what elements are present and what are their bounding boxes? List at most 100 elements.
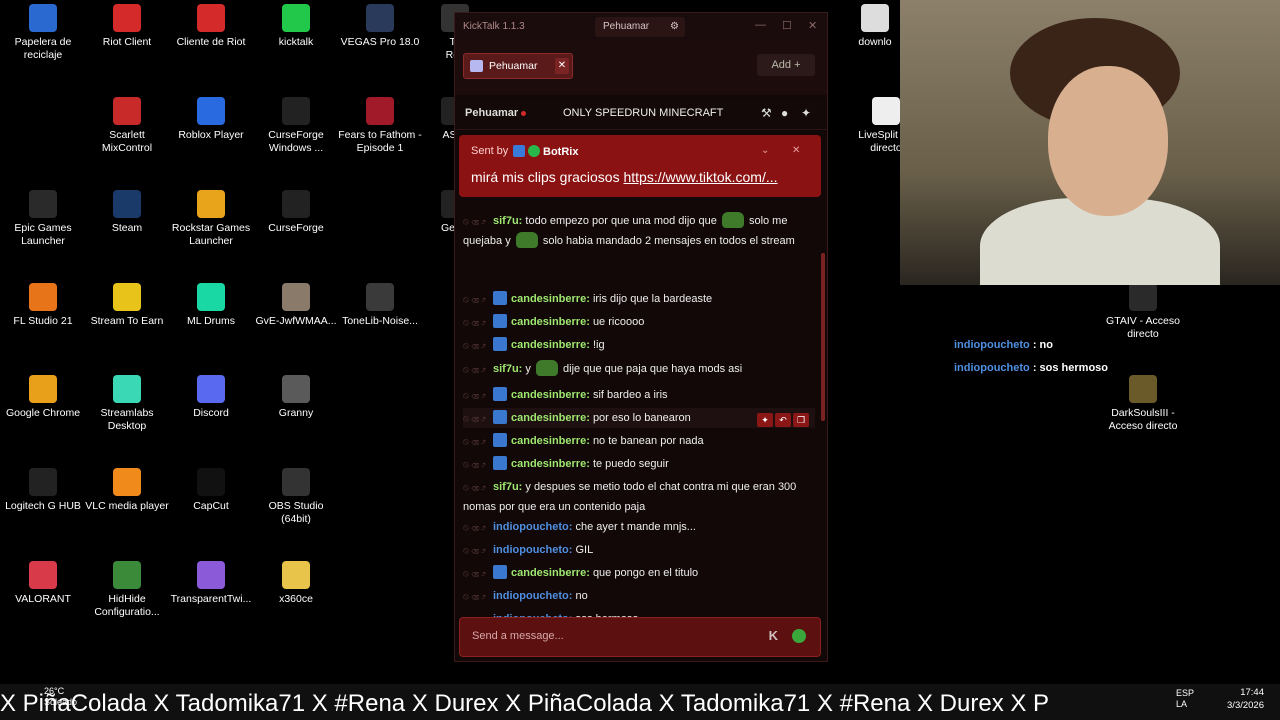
desktop-icon[interactable]: Google Chrome [0,375,86,420]
add-button[interactable]: Add + [757,54,815,76]
desktop-icon[interactable]: Streamlabs Desktop [84,375,170,433]
desktop-icon[interactable]: TransparentTwi... [168,561,254,606]
user-menu[interactable]: Pehuamar ⚙ [595,17,685,37]
desktop-icon[interactable]: GvE-JwfWMAA... [253,283,339,328]
chat-message[interactable]: ⦸ ⌫ ⤴ indiopoucheto: no [463,586,815,606]
copy-icon[interactable]: ❐ [793,413,809,427]
close-button[interactable]: ✕ [808,19,817,32]
desktop-icon[interactable]: HidHide Configuratio... [84,561,170,619]
desktop-icon[interactable]: ToneLib-Noise... [337,283,423,328]
maximize-button[interactable]: ☐ [782,19,792,32]
minimize-button[interactable]: — [755,19,766,31]
desktop-icon[interactable]: Fears to Fathom - Episode 1 [337,97,423,155]
mod-actions-icon[interactable]: ⦸ ⌫ ⤴ [463,454,493,474]
desktop-icon[interactable]: VLC media player [84,468,170,513]
chat-username[interactable]: candesinberre: [511,458,590,470]
desktop-icon[interactable]: Steam [84,190,170,235]
chat-username[interactable]: candesinberre: [511,339,590,351]
desktop-icon[interactable]: VALORANT [0,561,86,606]
chat-message[interactable]: ⦸ ⌫ ⤴ candesinberre: por eso lo banearon ✦… [463,408,815,428]
pin-icon[interactable]: ✦ [801,106,811,120]
desktop-icon[interactable]: x360ce [253,561,339,606]
desktop-icon[interactable]: GTAIV - Acceso directo [1100,283,1186,341]
gear-icon[interactable]: ⚙ [670,17,679,37]
unpin-icon[interactable]: ✕ [792,145,800,156]
chat-username[interactable]: indiopoucheto: [493,544,572,556]
reply-icon[interactable]: ↶ [775,413,791,427]
desktop-icon[interactable]: VEGAS Pro 18.0 [337,4,423,49]
desktop-icon[interactable]: Riot Client [84,4,170,49]
desktop-icon[interactable]: OBS Studio (64bit) [253,468,339,526]
desktop-icon[interactable]: Papelera de reciclaje [0,4,86,62]
chat-message[interactable]: ⦸ ⌫ ⤴ sif7u: y despues se metio todo el c… [463,477,815,517]
desktop-icon[interactable]: DarkSoulsIII - Acceso directo [1100,375,1186,433]
streamer-name[interactable]: Pehuamar [465,107,518,119]
mod-actions-icon[interactable]: ⦸ ⌫ ⤴ [463,385,493,405]
mod-actions-icon[interactable]: ⦸ ⌫ ⤴ [463,335,493,355]
chat-message[interactable]: ⦸ ⌫ ⤴ candesinberre: !ig [463,335,815,355]
chevron-down-icon[interactable]: ⌄ [761,145,769,156]
desktop-icon[interactable]: Discord [168,375,254,420]
chat-message[interactable]: ⦸ ⌫ ⤴ indiopoucheto: GIL [463,540,815,560]
mod-actions-icon[interactable]: ⦸ ⌫ ⤴ [463,517,493,537]
chat-username[interactable]: indiopoucheto: [493,521,572,533]
kick-emote-icon[interactable]: K [769,628,778,643]
weather-widget[interactable]: 26°C Soleado [44,686,77,708]
chat-message[interactable]: ⦸ ⌫ ⤴ indiopoucheto: che ayer t mande mnj… [463,517,815,537]
mod-actions-icon[interactable]: ⦸ ⌫ ⤴ [463,211,493,231]
mod-icon[interactable]: ⚒ [761,106,772,120]
mod-actions-icon[interactable]: ⦸ ⌫ ⤴ [463,563,493,583]
desktop-icon[interactable]: Rockstar Games Launcher [168,190,254,248]
desktop-icon[interactable]: Logitech G HUB [0,468,86,513]
chat-message[interactable]: ⦸ ⌫ ⤴ candesinberre: sif bardeo a iris [463,385,815,405]
desktop-icon[interactable]: Scarlett MixControl [84,97,170,155]
weather-text: Soleado [44,697,78,707]
chat-message[interactable]: ⦸ ⌫ ⤴ candesinberre: te puedo seguir [463,454,815,474]
chat-message[interactable]: ⦸ ⌫ ⤴ sif7u: y dije que que paja que haya… [463,359,815,379]
mod-actions-icon[interactable]: ⦸ ⌫ ⤴ [463,477,493,497]
chat-message[interactable]: ⦸ ⌫ ⤴ sif7u: todo empezo por que una mod … [463,211,815,251]
chat-scrollbar[interactable] [821,253,825,421]
emote-picker-icon[interactable] [792,629,806,643]
pinned-link[interactable]: https://www.tiktok.com/... [623,169,777,185]
desktop-icon[interactable]: Cliente de Riot [168,4,254,49]
desktop-icon[interactable]: ML Drums [168,283,254,328]
chat-username[interactable]: candesinberre: [511,412,590,424]
language-indicator[interactable]: ESP LA [1176,688,1194,710]
chat-username[interactable]: sif7u: [493,363,522,375]
chat-username[interactable]: candesinberre: [511,293,590,305]
clock[interactable]: 17:44 3/3/2026 [1227,686,1264,712]
chat-username[interactable]: indiopoucheto: [493,590,572,602]
chat-username[interactable]: sif7u: [493,481,522,493]
mod-actions-icon[interactable]: ⦸ ⌫ ⤴ [463,359,493,379]
chat-username[interactable]: sif7u: [493,215,522,227]
chat-message[interactable]: ⦸ ⌫ ⤴ candesinberre: ue ricoooo [463,312,815,332]
desktop-icon[interactable]: Stream To Earn [84,283,170,328]
chat-message[interactable]: ⦸ ⌫ ⤴ candesinberre: iris dijo que la bar… [463,289,815,309]
chat-username[interactable]: candesinberre: [511,389,590,401]
tab-pehuamar[interactable]: Pehuamar ✕ [463,53,573,79]
mod-actions-icon[interactable]: ⦸ ⌫ ⤴ [463,540,493,560]
mod-actions-icon[interactable]: ⦸ ⌫ ⤴ [463,586,493,606]
desktop-icon[interactable]: CurseForge [253,190,339,235]
mod-actions-icon[interactable]: ⦸ ⌫ ⤴ [463,312,493,332]
user-icon[interactable]: ● [781,106,788,120]
chat-message[interactable]: ⦸ ⌫ ⤴ candesinberre: no te banean por nad… [463,431,815,451]
desktop-icon[interactable]: CurseForge Windows ... [253,97,339,155]
mod-actions-icon[interactable]: ⦸ ⌫ ⤴ [463,289,493,309]
message-input[interactable]: Send a message... K [459,617,821,657]
desktop-icon[interactable]: Roblox Player [168,97,254,142]
mod-actions-icon[interactable]: ⦸ ⌫ ⤴ [463,431,493,451]
desktop-icon[interactable]: Epic Games Launcher [0,190,86,248]
pin-message-icon[interactable]: ✦ [757,413,773,427]
chat-message[interactable]: ⦸ ⌫ ⤴ candesinberre: que pongo en el titu… [463,563,815,583]
chat-username[interactable]: candesinberre: [511,435,590,447]
desktop-icon[interactable]: Granny [253,375,339,420]
mod-actions-icon[interactable]: ⦸ ⌫ ⤴ [463,408,493,428]
desktop-icon[interactable]: kicktalk [253,4,339,49]
chat-username[interactable]: candesinberre: [511,316,590,328]
desktop-icon[interactable]: CapCut [168,468,254,513]
desktop-icon[interactable]: FL Studio 21 [0,283,86,328]
chat-username[interactable]: candesinberre: [511,567,590,579]
close-tab-icon[interactable]: ✕ [555,58,569,74]
